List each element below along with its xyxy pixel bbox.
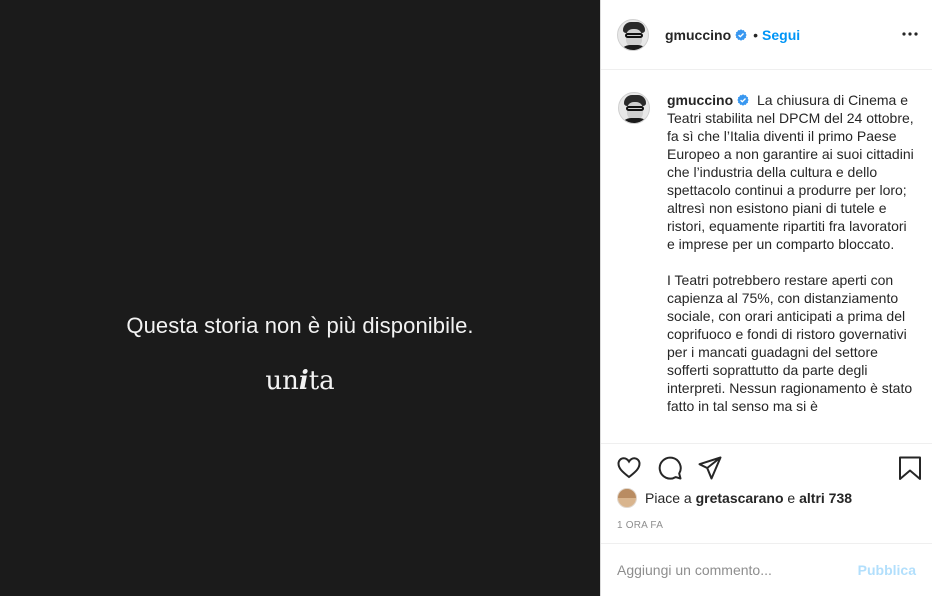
comment-icon[interactable] [657, 455, 683, 481]
logo-text-2: i [298, 366, 309, 396]
logo-text-1: un [265, 366, 299, 396]
liker-username[interactable]: gretascarano [696, 490, 784, 506]
likes-conjunction: e [787, 490, 796, 506]
heart-icon[interactable] [616, 455, 642, 481]
story-unavailable-message: Questa storia non è più disponibile. [126, 313, 474, 338]
caption-text: gmuccino La chiusura di Cinema e Teatri … [667, 91, 916, 415]
comment-input[interactable] [617, 562, 858, 578]
caption-username[interactable]: gmuccino [667, 92, 733, 108]
logo-text-3: ta [308, 366, 335, 396]
likes-line: Piace a gretascarano e altri 738 [617, 488, 852, 508]
caption-avatar[interactable] [618, 92, 650, 124]
publish-button[interactable]: Pubblica [858, 562, 916, 578]
media-panel[interactable]: Questa storia non è più disponibile. uni… [0, 0, 600, 596]
header-username[interactable]: gmuccino [665, 27, 731, 43]
caption-paragraph-2: I Teatri potrebbero restare aperti con c… [667, 272, 913, 414]
more-options-icon[interactable] [902, 24, 918, 44]
separator-dot: • [753, 26, 759, 43]
actions-bar [601, 443, 932, 487]
liker-avatar[interactable] [617, 488, 637, 508]
caption-area[interactable]: gmuccino La chiusura di Cinema e Teatri … [601, 71, 932, 443]
avatar[interactable] [617, 18, 649, 51]
post-header: gmuccino • Segui [601, 0, 932, 70]
comment-bar: Pubblica [601, 543, 932, 596]
share-icon[interactable] [697, 455, 723, 481]
unita-logo: unita [0, 366, 600, 396]
follow-button[interactable]: Segui [762, 27, 800, 43]
likes-prefix: Piace a [645, 490, 692, 506]
post-side-panel: gmuccino • Segui gmuccino La chiusura di… [600, 0, 932, 596]
caption-paragraph-1: La chiusura di Cinema e Teatri stabilita… [667, 92, 914, 252]
post-timestamp[interactable]: 1 ORA FA [617, 520, 663, 531]
verified-icon [735, 28, 747, 41]
post-view: Questa storia non è più disponibile. uni… [0, 0, 932, 596]
likes-others-link[interactable]: altri 738 [799, 490, 852, 506]
verified-icon [737, 94, 749, 106]
bookmark-icon[interactable] [897, 455, 923, 481]
